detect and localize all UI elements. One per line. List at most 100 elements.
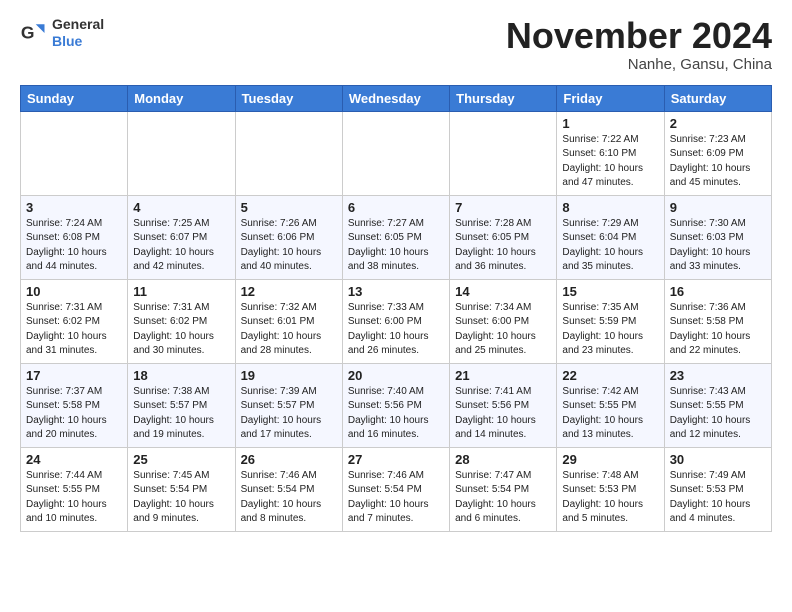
day-number: 20 [348,368,444,383]
day-number: 7 [455,200,551,215]
day-info: Sunrise: 7:47 AM Sunset: 5:54 PM Dayligh… [455,469,551,527]
calendar-body: 1 Sunrise: 7:22 AM Sunset: 6:10 PM Daylig… [21,111,772,531]
day-number: 13 [348,284,444,299]
calendar-cell: 23 Sunrise: 7:43 AM Sunset: 5:55 PM Dayli… [664,363,771,447]
day-number: 27 [348,452,444,467]
day-info: Sunrise: 7:46 AM Sunset: 5:54 PM Dayligh… [348,469,444,527]
calendar-cell: 14Sunrise: 7:34 AM Sunset: 6:00 PM Dayli… [450,279,557,363]
col-sunday: Sunday [21,85,128,111]
calendar-cell: 4 Sunrise: 7:25 AM Sunset: 6:07 PM Daylig… [128,195,235,279]
svg-text:G: G [21,22,35,42]
calendar-week-5: 24 Sunrise: 7:44 AM Sunset: 5:55 PM Dayli… [21,447,772,531]
col-monday: Monday [128,85,235,111]
day-info: Sunrise: 7:26 AM Sunset: 6:06 PM Dayligh… [241,217,337,275]
day-info: Sunrise: 7:23 AM Sunset: 6:09 PM Dayligh… [670,133,766,191]
calendar-cell: 13 Sunrise: 7:33 AM Sunset: 6:00 PM Dayli… [342,279,449,363]
calendar-cell: 26 Sunrise: 7:46 AM Sunset: 5:54 PM Dayli… [235,447,342,531]
day-info: Sunrise: 7:41 AM Sunset: 5:56 PM Dayligh… [455,385,551,443]
day-number: 23 [670,368,766,383]
day-number: 11 [133,284,229,299]
calendar-table: Sunday Monday Tuesday Wednesday Thursday… [20,85,772,532]
calendar-cell [450,111,557,195]
calendar-cell: 24 Sunrise: 7:44 AM Sunset: 5:55 PM Dayli… [21,447,128,531]
day-number: 3 [26,200,122,215]
calendar-cell: 10Sunrise: 7:31 AM Sunset: 6:02 PM Dayli… [21,279,128,363]
day-number: 24 [26,452,122,467]
day-number: 16 [670,284,766,299]
day-number: 2 [670,116,766,131]
calendar-cell [235,111,342,195]
day-info: Sunrise: 7:49 AM Sunset: 5:53 PM Dayligh… [670,469,766,527]
logo: G General Blue [20,16,104,50]
calendar-cell: 22 Sunrise: 7:42 AM Sunset: 5:55 PM Dayli… [557,363,664,447]
location: Nanhe, Gansu, China [506,56,772,73]
day-info: Sunrise: 7:29 AM Sunset: 6:04 PM Dayligh… [562,217,658,275]
day-info: Sunrise: 7:28 AM Sunset: 6:05 PM Dayligh… [455,217,551,275]
calendar-cell: 18 Sunrise: 7:38 AM Sunset: 5:57 PM Dayli… [128,363,235,447]
logo-blue: Blue [52,33,104,50]
calendar-cell: 3 Sunrise: 7:24 AM Sunset: 6:08 PM Daylig… [21,195,128,279]
logo-text: General Blue [52,16,104,50]
day-number: 9 [670,200,766,215]
day-number: 30 [670,452,766,467]
day-info: Sunrise: 7:38 AM Sunset: 5:57 PM Dayligh… [133,385,229,443]
day-info: Sunrise: 7:42 AM Sunset: 5:55 PM Dayligh… [562,385,658,443]
day-number: 26 [241,452,337,467]
day-info: Sunrise: 7:45 AM Sunset: 5:54 PM Dayligh… [133,469,229,527]
day-number: 22 [562,368,658,383]
header-row: Sunday Monday Tuesday Wednesday Thursday… [21,85,772,111]
logo-icon: G [20,19,48,47]
day-number: 10 [26,284,122,299]
col-thursday: Thursday [450,85,557,111]
day-number: 18 [133,368,229,383]
day-info: Sunrise: 7:22 AM Sunset: 6:10 PM Dayligh… [562,133,658,191]
calendar-cell: 19 Sunrise: 7:39 AM Sunset: 5:57 PM Dayli… [235,363,342,447]
month-title: November 2024 [506,16,772,56]
calendar-week-3: 10 Sunrise: 7:31 AM Sunset: 6:02 PM Dayli… [21,279,772,363]
calendar-week-2: 3 Sunrise: 7:24 AM Sunset: 6:08 PM Daylig… [21,195,772,279]
day-info: Sunrise: 7:31 AM Sunset: 6:02 PM Dayligh… [133,301,229,359]
day-info: Sunrise: 7:43 AM Sunset: 5:55 PM Dayligh… [670,385,766,443]
day-info: Sunrise: 7:37 AM Sunset: 5:58 PM Dayligh… [26,385,122,443]
header: G General Blue November 2024 Nanhe, Gans… [20,16,772,73]
calendar-week-1: 1 Sunrise: 7:22 AM Sunset: 6:10 PM Daylig… [21,111,772,195]
calendar-cell [21,111,128,195]
calendar-cell: 7 Sunrise: 7:28 AM Sunset: 6:05 PM Daylig… [450,195,557,279]
day-info: Sunrise: 7:34 AM Sunset: 6:00 PM Dayligh… [455,301,551,359]
title-block: November 2024 Nanhe, Gansu, China [506,16,772,73]
calendar-cell: 21 Sunrise: 7:41 AM Sunset: 5:56 PM Dayli… [450,363,557,447]
day-info: Sunrise: 7:27 AM Sunset: 6:05 PM Dayligh… [348,217,444,275]
calendar-cell: 30 Sunrise: 7:49 AM Sunset: 5:53 PM Dayli… [664,447,771,531]
calendar-cell: 27 Sunrise: 7:46 AM Sunset: 5:54 PM Dayli… [342,447,449,531]
calendar-cell: 8 Sunrise: 7:29 AM Sunset: 6:04 PM Daylig… [557,195,664,279]
day-number: 19 [241,368,337,383]
day-info: Sunrise: 7:32 AM Sunset: 6:01 PM Dayligh… [241,301,337,359]
day-info: Sunrise: 7:39 AM Sunset: 5:57 PM Dayligh… [241,385,337,443]
calendar-cell: 12Sunrise: 7:32 AM Sunset: 6:01 PM Dayli… [235,279,342,363]
day-number: 8 [562,200,658,215]
day-number: 25 [133,452,229,467]
day-number: 21 [455,368,551,383]
day-info: Sunrise: 7:33 AM Sunset: 6:00 PM Dayligh… [348,301,444,359]
day-info: Sunrise: 7:36 AM Sunset: 5:58 PM Dayligh… [670,301,766,359]
calendar-cell: 5Sunrise: 7:26 AM Sunset: 6:06 PM Daylig… [235,195,342,279]
day-info: Sunrise: 7:44 AM Sunset: 5:55 PM Dayligh… [26,469,122,527]
calendar-cell [342,111,449,195]
day-number: 17 [26,368,122,383]
page: G General Blue November 2024 Nanhe, Gans… [0,0,792,548]
col-tuesday: Tuesday [235,85,342,111]
day-number: 1 [562,116,658,131]
day-info: Sunrise: 7:24 AM Sunset: 6:08 PM Dayligh… [26,217,122,275]
calendar-cell: 17 Sunrise: 7:37 AM Sunset: 5:58 PM Dayli… [21,363,128,447]
calendar-cell: 29Sunrise: 7:48 AM Sunset: 5:53 PM Dayli… [557,447,664,531]
day-info: Sunrise: 7:46 AM Sunset: 5:54 PM Dayligh… [241,469,337,527]
day-info: Sunrise: 7:35 AM Sunset: 5:59 PM Dayligh… [562,301,658,359]
calendar-week-4: 17 Sunrise: 7:37 AM Sunset: 5:58 PM Dayli… [21,363,772,447]
day-number: 4 [133,200,229,215]
col-wednesday: Wednesday [342,85,449,111]
calendar-cell: 6Sunrise: 7:27 AM Sunset: 6:05 PM Daylig… [342,195,449,279]
day-info: Sunrise: 7:30 AM Sunset: 6:03 PM Dayligh… [670,217,766,275]
day-number: 29 [562,452,658,467]
calendar-cell [128,111,235,195]
day-info: Sunrise: 7:25 AM Sunset: 6:07 PM Dayligh… [133,217,229,275]
